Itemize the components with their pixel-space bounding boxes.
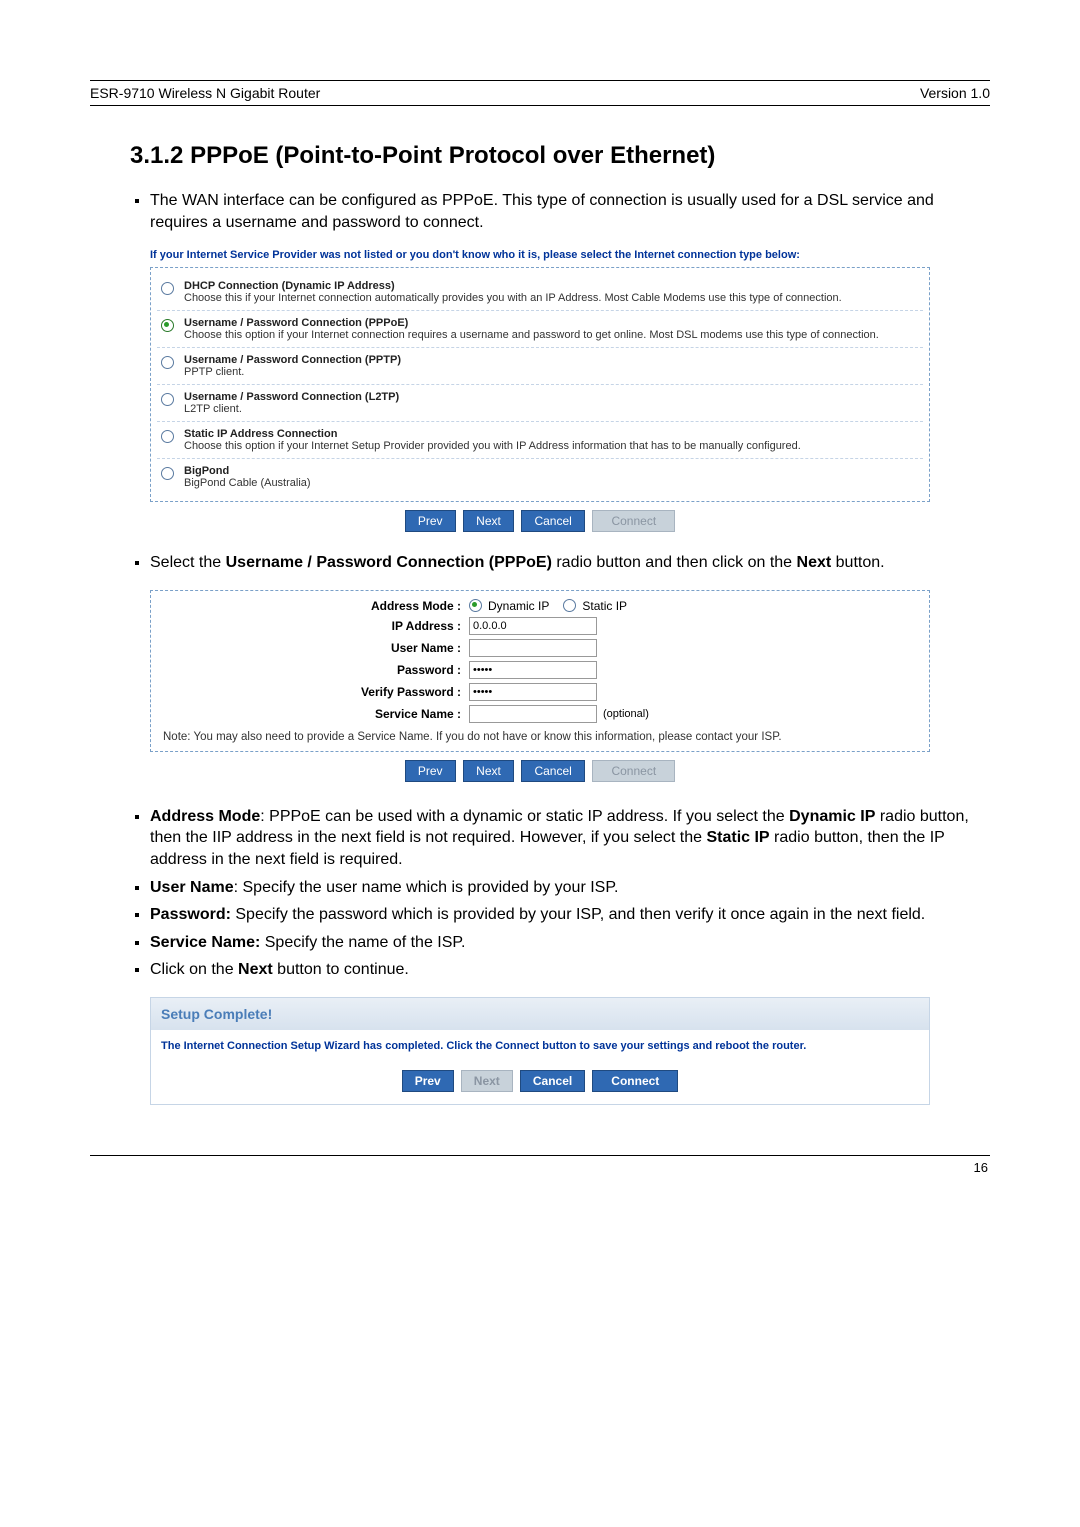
option-title: DHCP Connection (Dynamic IP Address) <box>184 280 842 292</box>
connect-button: Connect <box>592 760 675 782</box>
option-pptp[interactable]: Username / Password Connection (PPTP) PP… <box>157 347 923 384</box>
mid-list: Select the Username / Password Connectio… <box>150 552 990 574</box>
label-verify-password: Verify Password : <box>161 685 469 699</box>
label-service-name: Service Name : <box>161 707 469 721</box>
header-rule-top <box>90 80 990 81</box>
password-field[interactable] <box>469 661 597 679</box>
footer-rule <box>90 1155 990 1156</box>
option-pppoe[interactable]: Username / Password Connection (PPPoE) C… <box>157 310 923 347</box>
label-user-name: User Name : <box>161 641 469 655</box>
radio-icon[interactable] <box>161 319 174 332</box>
radio-icon[interactable] <box>161 282 174 295</box>
header-right: Version 1.0 <box>920 85 990 101</box>
pppoe-form-box: Address Mode : Dynamic IP Static IP IP A… <box>150 590 930 752</box>
pppoe-form-screenshot: Address Mode : Dynamic IP Static IP IP A… <box>150 590 930 782</box>
row-ip-address: IP Address : <box>161 615 919 637</box>
option-static-ip: Static IP <box>582 599 627 613</box>
radio-icon[interactable] <box>161 430 174 443</box>
next-button[interactable]: Next <box>463 760 514 782</box>
label-ip-address: IP Address : <box>161 619 469 633</box>
row-service-name: Service Name : (optional) <box>161 703 919 725</box>
prev-button[interactable]: Prev <box>402 1070 454 1092</box>
header-rule-bot <box>90 105 990 106</box>
connect-button: Connect <box>592 510 675 532</box>
option-title: Username / Password Connection (L2TP) <box>184 391 399 403</box>
row-password: Password : <box>161 659 919 681</box>
label-password: Password : <box>161 663 469 677</box>
desc-address-mode: Address Mode: PPPoE can be used with a d… <box>150 806 990 871</box>
option-l2tp[interactable]: Username / Password Connection (L2TP) L2… <box>157 384 923 421</box>
option-desc: BigPond Cable (Australia) <box>184 477 311 489</box>
radio-icon[interactable] <box>161 356 174 369</box>
intro-bullet: The WAN interface can be configured as P… <box>150 190 990 233</box>
row-address-mode: Address Mode : Dynamic IP Static IP <box>161 597 919 615</box>
option-dynamic-ip: Dynamic IP <box>488 599 549 613</box>
prev-button[interactable]: Prev <box>405 510 456 532</box>
option-title: BigPond <box>184 465 311 477</box>
section-name: PPPoE (Point-to-Point Protocol over Ethe… <box>190 142 715 169</box>
desc-user-name: User Name: Specify the user name which i… <box>150 877 990 899</box>
option-static-ip[interactable]: Static IP Address Connection Choose this… <box>157 421 923 458</box>
setup-complete-body: The Internet Connection Setup Wizard has… <box>150 1030 930 1105</box>
row-verify-password: Verify Password : <box>161 681 919 703</box>
setup-complete-title: Setup Complete! <box>150 997 930 1030</box>
complete-buttons: Prev Next Cancel Connect <box>161 1070 919 1092</box>
radio-dynamic-ip[interactable] <box>469 599 482 612</box>
cancel-button[interactable]: Cancel <box>520 1070 585 1092</box>
prev-button[interactable]: Prev <box>405 760 456 782</box>
option-desc: L2TP client. <box>184 403 399 415</box>
option-title: Username / Password Connection (PPPoE) <box>184 317 879 329</box>
option-bigpond[interactable]: BigPond BigPond Cable (Australia) <box>157 458 923 495</box>
cancel-button[interactable]: Cancel <box>521 760 584 782</box>
mid-bullet: Select the Username / Password Connectio… <box>150 552 990 574</box>
label-address-mode: Address Mode : <box>161 599 469 613</box>
radio-static-ip[interactable] <box>563 599 576 612</box>
form-buttons: Prev Next Cancel Connect <box>150 760 930 782</box>
row-user-name: User Name : <box>161 637 919 659</box>
option-desc: Choose this option if your Internet Setu… <box>184 440 801 452</box>
next-button: Next <box>461 1070 513 1092</box>
connect-button[interactable]: Connect <box>592 1070 678 1092</box>
setup-complete-screenshot: Setup Complete! The Internet Connection … <box>150 997 930 1105</box>
wizard1-buttons: Prev Next Cancel Connect <box>150 510 930 532</box>
option-title: Static IP Address Connection <box>184 428 801 440</box>
setup-complete-message: The Internet Connection Setup Wizard has… <box>161 1040 919 1052</box>
cancel-button[interactable]: Cancel <box>521 510 584 532</box>
header-left: ESR-9710 Wireless N Gigabit Router <box>90 85 320 101</box>
page-number: 16 <box>90 1160 990 1175</box>
wizard-instruction: If your Internet Service Provider was no… <box>150 249 930 261</box>
page-header: ESR-9710 Wireless N Gigabit Router Versi… <box>90 85 990 101</box>
service-name-field[interactable] <box>469 705 597 723</box>
desc-service-name: Service Name: Specify the name of the IS… <box>150 932 990 954</box>
section-number: 3.1.2 <box>130 142 183 169</box>
option-dhcp[interactable]: DHCP Connection (Dynamic IP Address) Cho… <box>157 274 923 310</box>
next-button[interactable]: Next <box>463 510 514 532</box>
option-title: Username / Password Connection (PPTP) <box>184 354 401 366</box>
connection-type-screenshot: If your Internet Service Provider was no… <box>150 249 930 532</box>
intro-list: The WAN interface can be configured as P… <box>150 190 990 233</box>
section-title: 3.1.2 PPPoE (Point-to-Point Protocol ove… <box>130 142 990 170</box>
connection-type-box: DHCP Connection (Dynamic IP Address) Cho… <box>150 267 930 502</box>
verify-password-field[interactable] <box>469 683 597 701</box>
description-list: Address Mode: PPPoE can be used with a d… <box>150 806 990 981</box>
option-desc: PPTP client. <box>184 366 401 378</box>
ip-address-field[interactable] <box>469 617 597 635</box>
radio-icon[interactable] <box>161 467 174 480</box>
option-desc: Choose this option if your Internet conn… <box>184 329 879 341</box>
desc-password: Password: Specify the password which is … <box>150 904 990 926</box>
radio-icon[interactable] <box>161 393 174 406</box>
form-note: Note: You may also need to provide a Ser… <box>161 725 919 745</box>
user-name-field[interactable] <box>469 639 597 657</box>
option-desc: Choose this if your Internet connection … <box>184 292 842 304</box>
desc-click-next: Click on the Next button to continue. <box>150 959 990 981</box>
service-name-hint: (optional) <box>603 708 649 720</box>
